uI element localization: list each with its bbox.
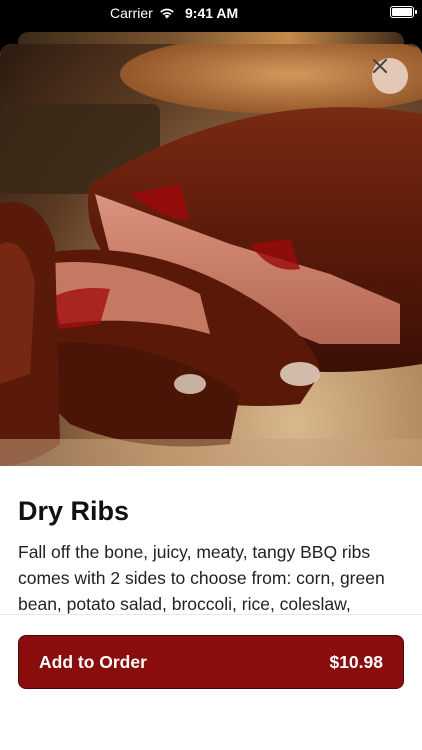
order-footer: Add to Order $10.98 — [0, 614, 422, 706]
add-to-order-label: Add to Order — [39, 651, 147, 672]
bbq-ribs-illustration — [0, 44, 422, 466]
close-button[interactable] — [372, 58, 408, 94]
item-photo — [0, 44, 422, 466]
close-icon — [373, 59, 387, 73]
carrier-group: Carrier — [110, 5, 175, 21]
add-to-order-button[interactable]: Add to Order $10.98 — [18, 635, 404, 689]
clock: 9:41 AM — [185, 5, 239, 21]
wifi-icon — [159, 8, 174, 19]
battery-icon — [390, 6, 417, 18]
carrier-label: Carrier — [110, 5, 153, 21]
item-price: $10.98 — [329, 651, 383, 672]
item-title: Dry Ribs — [18, 496, 130, 526]
status-bar: Carrier 9:41 AM — [0, 0, 422, 26]
